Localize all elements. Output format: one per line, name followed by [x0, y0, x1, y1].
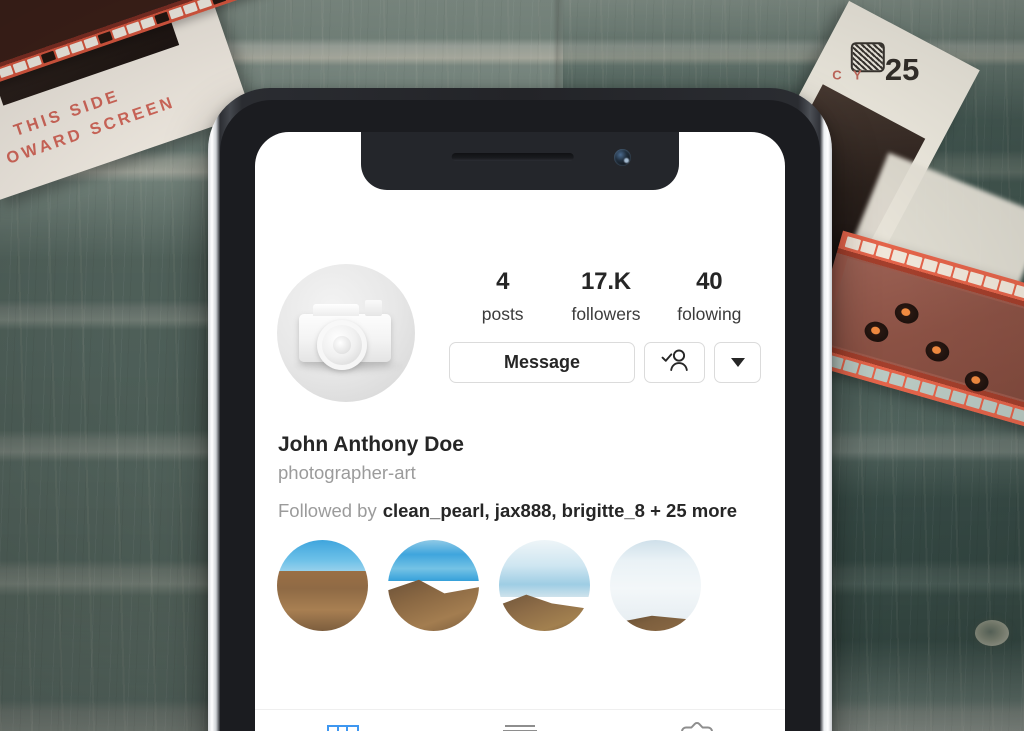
- profile-tabbar: [255, 709, 785, 731]
- highlight-sky: [388, 540, 479, 582]
- story-highlight-4[interactable]: [610, 540, 701, 632]
- following-button[interactable]: [644, 341, 705, 383]
- stat-followers-value: 17.K: [581, 268, 631, 295]
- stat-following-label: folowing: [677, 304, 742, 324]
- highlight-sky: [499, 540, 590, 597]
- stat-posts-label: posts: [481, 304, 524, 324]
- story-highlights: [255, 522, 785, 632]
- stats-row: 4 posts 17.K followers 40 folowing: [449, 270, 763, 324]
- highlight-land: [277, 571, 368, 632]
- story-highlight-2[interactable]: [388, 540, 479, 632]
- followed-by[interactable]: Followed by clean_pearl, jax888, brigitte…: [278, 499, 762, 522]
- phone-notch: [361, 132, 679, 190]
- story-highlight-3[interactable]: [499, 540, 590, 632]
- story-highlight-1[interactable]: [277, 540, 368, 632]
- chevron-down-icon: [730, 357, 745, 367]
- camera-lens: [317, 320, 367, 370]
- avatar[interactable]: [277, 264, 415, 402]
- earpiece-speaker-icon: [451, 153, 574, 161]
- person-check-icon: [660, 348, 690, 377]
- grid-icon: [327, 725, 360, 731]
- action-buttons-row: Message: [449, 341, 763, 383]
- stat-followers-label: followers: [571, 304, 641, 324]
- grid-tab[interactable]: [255, 710, 432, 731]
- followed-by-names: clean_pearl, jax888, brigitte_8 + 25 mor…: [382, 500, 737, 522]
- stat-following[interactable]: 40 folowing: [673, 270, 745, 324]
- front-camera-icon: [614, 149, 631, 166]
- profile-bio: John Anthony Doe photographer-art Follow…: [255, 402, 785, 522]
- message-button[interactable]: Message: [449, 341, 635, 383]
- profile-handle: photographer-art: [278, 462, 416, 484]
- highlight-land: [388, 579, 479, 632]
- camera-winder: [365, 300, 382, 316]
- screenshot-scene: THIS SIDE OWARD SCREEN 25 C Y: [0, 0, 1024, 731]
- phone-screen: 4 posts 17.K followers 40 folowing Messa…: [255, 132, 785, 731]
- highlight-land: [499, 594, 590, 632]
- tagged-tab[interactable]: [608, 710, 785, 731]
- reel-icon: [503, 724, 537, 731]
- highlight-sky: [610, 540, 701, 621]
- person-frame-icon: [679, 721, 715, 731]
- more-options-button[interactable]: [714, 341, 761, 383]
- reels-tab[interactable]: [432, 710, 609, 731]
- profile-name: John Anthony Doe: [278, 433, 464, 456]
- stats-column: 4 posts 17.K followers 40 folowing Messa…: [415, 264, 763, 383]
- stat-following-value: 40: [696, 268, 723, 295]
- highlight-sky: [277, 540, 368, 574]
- followed-by-prefix: Followed by: [278, 500, 377, 522]
- camera-top-plate: [313, 304, 359, 316]
- stat-followers[interactable]: 17.K followers: [570, 270, 642, 324]
- stat-posts-value: 4: [496, 268, 510, 295]
- phone-device: 4 posts 17.K followers 40 folowing Messa…: [208, 88, 832, 731]
- phone-bezel: 4 posts 17.K followers 40 folowing Messa…: [220, 100, 820, 731]
- stat-posts[interactable]: 4 posts: [467, 270, 539, 324]
